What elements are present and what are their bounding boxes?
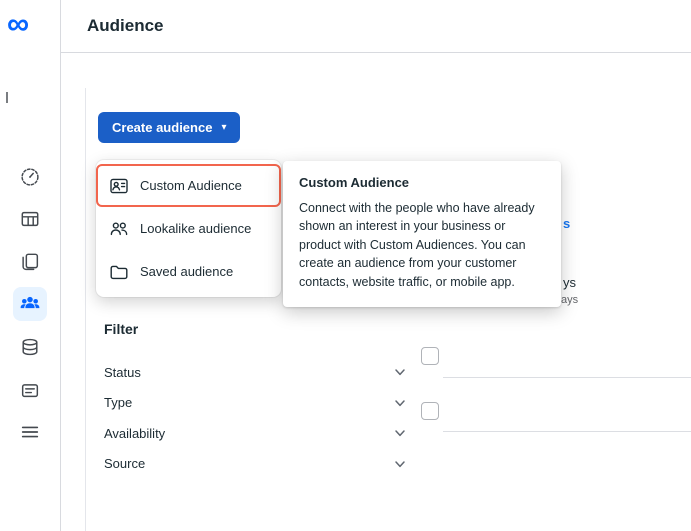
menu-item-label: Custom Audience — [140, 178, 242, 193]
table-icon — [19, 208, 41, 230]
create-audience-label: Create audience — [112, 120, 212, 135]
filter-title: Filter — [104, 321, 138, 337]
pages-icon — [19, 251, 41, 273]
row-checkbox[interactable] — [421, 402, 439, 420]
menu-item-label: Saved audience — [140, 264, 233, 279]
custom-audience-tooltip: Custom Audience Connect with the people … — [283, 161, 561, 307]
saved-audience-icon — [109, 262, 129, 282]
sidebar-item-catalog[interactable] — [13, 373, 47, 407]
filter-row-label: Type — [104, 395, 132, 410]
chevron-down-icon — [393, 457, 407, 471]
chevron-down-icon — [393, 396, 407, 410]
custom-audience-icon — [109, 176, 129, 196]
sidebar-item-all-tools[interactable] — [13, 415, 47, 449]
menu-item-lookalike-audience[interactable]: Lookalike audience — [96, 207, 281, 250]
coins-icon — [19, 336, 41, 358]
chevron-down-icon — [393, 426, 407, 440]
sidebar-item-overview[interactable] — [13, 160, 47, 194]
filter-row-availability[interactable]: Availability — [104, 418, 407, 449]
page-title: Audience — [87, 16, 164, 36]
table-cell-subfragment: ays — [561, 294, 578, 306]
sidebar-item-reporting[interactable] — [13, 245, 47, 279]
table-cell-fragment: ys — [563, 275, 576, 290]
sidebar: ∞ — [0, 0, 61, 531]
lookalike-audience-icon — [109, 219, 129, 239]
filter-row-source[interactable]: Source — [104, 449, 407, 480]
sidebar-scroll-tick — [6, 92, 8, 103]
sidebar-item-audiences[interactable] — [13, 287, 47, 321]
people-icon — [19, 293, 41, 315]
hamburger-icon — [19, 421, 41, 443]
row-checkbox[interactable] — [421, 347, 439, 365]
menu-item-label: Lookalike audience — [140, 221, 251, 236]
sidebar-item-billing[interactable] — [13, 330, 47, 364]
table-row-divider — [443, 377, 691, 378]
create-audience-button[interactable]: Create audience ▾ — [98, 112, 240, 143]
filter-row-label: Source — [104, 456, 145, 471]
filter-row-type[interactable]: Type — [104, 388, 407, 419]
tooltip-body: Connect with the people who have already… — [299, 199, 545, 291]
filter-rows: Status Type Availability Source — [104, 357, 407, 479]
chevron-down-icon — [393, 365, 407, 379]
table-link-fragment[interactable]: s — [563, 216, 570, 231]
filter-row-label: Availability — [104, 426, 165, 441]
filter-row-status[interactable]: Status — [104, 357, 407, 388]
chevron-down-icon: ▾ — [221, 123, 226, 133]
content-panel-border — [85, 88, 86, 531]
table-row-divider — [443, 431, 691, 432]
page-header: Audience — [61, 0, 691, 53]
menu-item-saved-audience[interactable]: Saved audience — [96, 250, 281, 293]
ads-manager-screen: ∞ — [0, 0, 691, 531]
sidebar-item-campaigns[interactable] — [13, 202, 47, 236]
meta-logo[interactable]: ∞ — [7, 2, 29, 46]
gauge-icon — [19, 166, 41, 188]
layers-icon — [19, 379, 41, 401]
menu-item-custom-audience[interactable]: Custom Audience — [96, 164, 281, 207]
create-audience-menu: Custom Audience Lookalike audience Saved… — [96, 160, 281, 297]
tooltip-title: Custom Audience — [299, 175, 545, 190]
filter-row-label: Status — [104, 365, 141, 380]
